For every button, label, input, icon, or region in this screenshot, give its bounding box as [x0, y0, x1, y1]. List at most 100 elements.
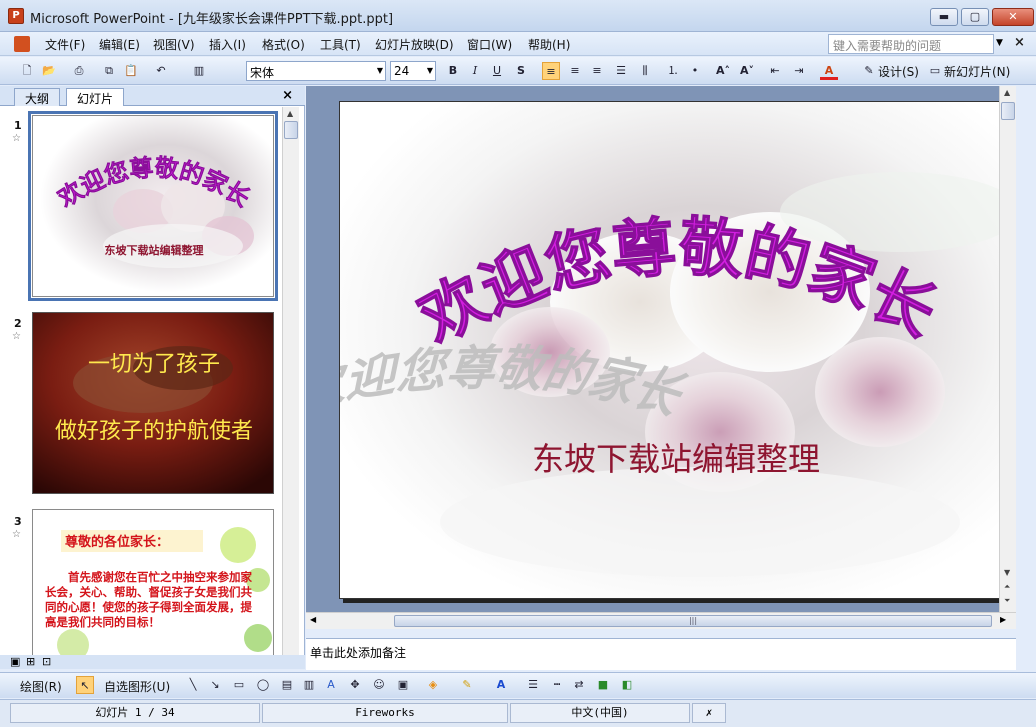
align-center-icon[interactable]: ≡: [566, 62, 584, 80]
underline-icon[interactable]: U: [488, 62, 506, 80]
rectangle-icon[interactable]: ▭: [230, 676, 248, 694]
decrease-indent-icon[interactable]: ⇤: [766, 62, 784, 80]
font-color-icon[interactable]: A: [820, 62, 838, 80]
increase-font-icon[interactable]: A˄: [714, 62, 732, 80]
font-name-select[interactable]: 宋体 ▼: [246, 61, 386, 81]
line-icon[interactable]: ╲: [184, 676, 202, 694]
scroll-right-icon[interactable]: ▶: [1000, 615, 1006, 624]
picture-icon[interactable]: ▣: [394, 676, 412, 694]
menu-format[interactable]: 格式(O): [262, 36, 305, 53]
scroll-up-icon[interactable]: ▲: [287, 109, 293, 118]
tab-outline[interactable]: 大纲: [14, 88, 61, 106]
slide-thumbnail-3[interactable]: 尊敬的各位家长： 首先感谢您在百忙之中抽空来参加家长会，关心、帮助、督促孩子女是…: [32, 509, 274, 655]
dash-style-icon[interactable]: ┅: [548, 676, 566, 694]
shadow-icon[interactable]: S: [512, 62, 530, 80]
next-slide-icon[interactable]: ⏷: [1004, 596, 1010, 606]
current-slide[interactable]: 欢迎您尊敬的家长 欢迎您尊敬的家长 东坡下载站编辑整理: [339, 101, 1001, 599]
bulleted-list-icon[interactable]: •: [686, 62, 704, 80]
powerpoint-app-icon[interactable]: P: [8, 8, 24, 24]
vertical-textbox-icon[interactable]: ▥: [300, 676, 318, 694]
increase-indent-icon[interactable]: ⇥: [790, 62, 808, 80]
menu-help[interactable]: 帮助(H): [528, 36, 570, 53]
minimize-button[interactable]: ▬: [930, 8, 958, 26]
scroll-thumb[interactable]: |||: [394, 615, 992, 627]
thumbnail-scrollbar[interactable]: ▲: [282, 107, 299, 655]
select-pointer-icon[interactable]: ↖: [76, 676, 94, 694]
draw-menu-button[interactable]: 绘图(R): [20, 678, 62, 695]
fill-color-icon[interactable]: ◈: [424, 676, 442, 694]
font-size-value: 24: [394, 64, 410, 78]
text-direction-icon[interactable]: ⫼: [636, 62, 654, 80]
thumb-heading: 尊敬的各位家长：: [65, 534, 169, 550]
spelling-status-icon[interactable]: ✗: [692, 703, 726, 723]
menu-view[interactable]: 视图(V): [153, 36, 195, 53]
normal-view-icon[interactable]: ▣: [10, 655, 20, 668]
menu-insert[interactable]: 插入(I): [209, 36, 246, 53]
menu-window[interactable]: 窗口(W): [467, 36, 512, 53]
scroll-thumb[interactable]: [284, 121, 298, 139]
shadow-style-icon[interactable]: ■: [594, 676, 612, 694]
oval-icon[interactable]: ◯: [254, 676, 272, 694]
textbox-icon[interactable]: ▤: [278, 676, 296, 694]
slide-thumbnail-1[interactable]: 欢迎您尊敬的家长 东坡下载站编辑整理: [28, 111, 278, 301]
tab-slides[interactable]: 幻灯片: [66, 88, 125, 106]
design-icon[interactable]: ✎: [860, 62, 878, 80]
autoshapes-button[interactable]: 自选图形(U): [104, 678, 170, 695]
align-left-icon[interactable]: ≡: [542, 62, 560, 80]
line-style-icon[interactable]: ☰: [524, 676, 542, 694]
numbered-list-icon[interactable]: ⒈: [664, 62, 682, 80]
scroll-up-icon[interactable]: ▲: [1004, 88, 1010, 97]
arrow-style-icon[interactable]: ⇄: [570, 676, 588, 694]
slide-scrollbar[interactable]: ▲ ▼ ⏶ ⏷: [999, 86, 1016, 612]
panel-tabs: 大纲 幻灯片 ×: [0, 86, 305, 106]
notes-placeholder: 单击此处添加备注: [310, 646, 407, 660]
horizontal-scrollbar[interactable]: ◀ ||| ▶: [306, 612, 1016, 629]
decrease-font-icon[interactable]: A˅: [738, 62, 756, 80]
font-color-icon[interactable]: A: [492, 676, 510, 694]
chevron-down-icon[interactable]: ▼: [996, 38, 1003, 48]
maximize-button[interactable]: ▢: [961, 8, 989, 26]
scroll-thumb[interactable]: [1001, 102, 1015, 120]
open-icon[interactable]: 📂: [40, 62, 58, 80]
window-title: Microsoft PowerPoint - [九年级家长会课件PPT下载.pp…: [30, 12, 394, 27]
arrow-icon[interactable]: ↘: [206, 676, 224, 694]
undo-icon[interactable]: ↶: [152, 62, 170, 80]
menu-slideshow[interactable]: 幻灯片放映(D): [375, 36, 454, 53]
distribute-icon[interactable]: ☰: [612, 62, 630, 80]
new-slide-icon[interactable]: ▭: [926, 62, 944, 80]
clipart-icon[interactable]: ☺: [370, 676, 388, 694]
diagram-icon[interactable]: ✥: [346, 676, 364, 694]
scroll-left-icon[interactable]: ◀: [310, 615, 316, 624]
paste-icon[interactable]: 📋: [122, 62, 140, 80]
menu-edit[interactable]: 编辑(E): [99, 36, 140, 53]
line-color-icon[interactable]: ✎: [458, 676, 476, 694]
close-button[interactable]: ✕: [992, 8, 1034, 26]
slide-thumbnail-2[interactable]: 一切为了孩子 做好孩子的护航使者: [32, 312, 274, 494]
design-button[interactable]: 设计(S): [878, 63, 919, 80]
document-icon[interactable]: [14, 36, 30, 52]
font-name-value: 宋体: [250, 66, 275, 80]
scroll-down-icon[interactable]: ▼: [1004, 568, 1010, 577]
bold-icon[interactable]: B: [444, 62, 462, 80]
previous-slide-icon[interactable]: ⏶: [1004, 582, 1010, 592]
font-size-select[interactable]: 24 ▼: [390, 61, 436, 81]
menu-tools[interactable]: 工具(T): [320, 36, 361, 53]
help-search-input[interactable]: 键入需要帮助的问题: [828, 34, 994, 54]
new-icon[interactable]: 🗋: [18, 62, 36, 80]
copy-icon[interactable]: ⧉: [100, 62, 118, 80]
close-icon[interactable]: ×: [282, 88, 293, 103]
chart-icon[interactable]: ▥: [190, 62, 208, 80]
menu-file[interactable]: 文件(F): [45, 36, 85, 53]
wordart-icon[interactable]: A: [322, 676, 340, 694]
align-right-icon[interactable]: ≡: [588, 62, 606, 80]
slideshow-view-icon[interactable]: ⊡: [42, 655, 51, 668]
slide-subtitle[interactable]: 东坡下载站编辑整理: [532, 440, 820, 478]
italic-icon[interactable]: I: [466, 62, 484, 80]
new-slide-button[interactable]: 新幻灯片(N): [944, 63, 1010, 80]
design-template[interactable]: Fireworks: [262, 703, 508, 723]
sorter-view-icon[interactable]: ⊞: [26, 655, 35, 668]
3d-style-icon[interactable]: ◧: [618, 676, 636, 694]
document-close-icon[interactable]: ×: [1014, 35, 1025, 50]
print-icon[interactable]: ⎙: [70, 62, 88, 80]
notes-pane[interactable]: 单击此处添加备注: [306, 638, 1016, 670]
